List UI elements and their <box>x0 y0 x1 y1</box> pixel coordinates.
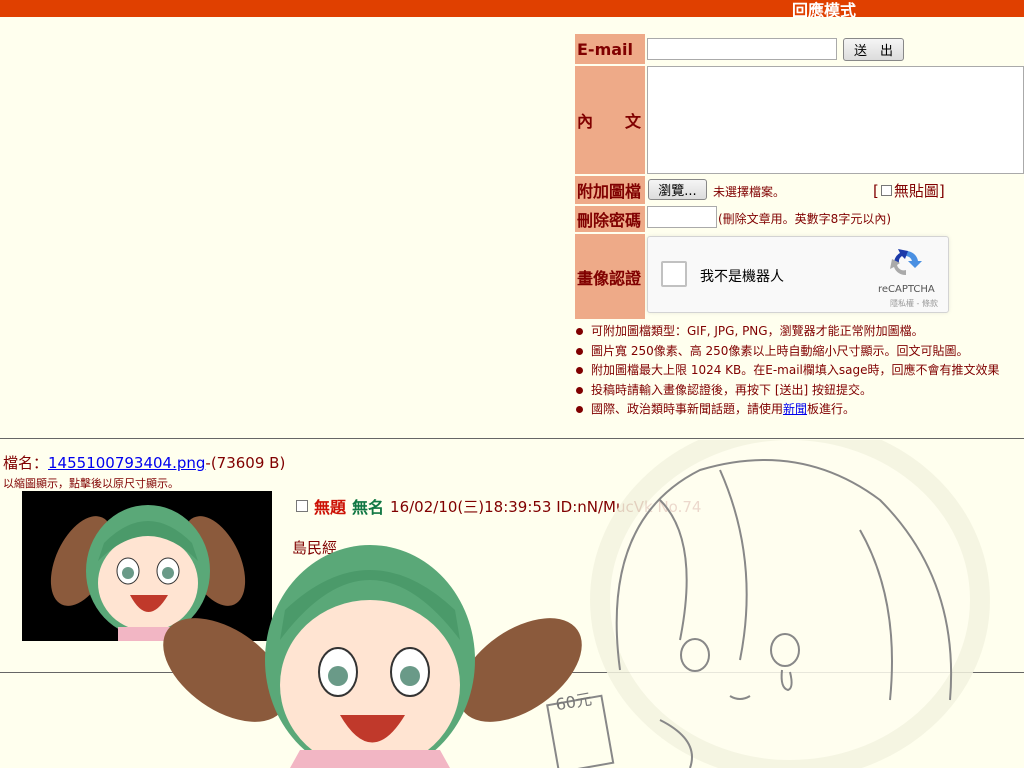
attach-label: 附加圖檔 <box>575 176 645 204</box>
post-header: 無題 無名 16/02/10(三)18:39:53 ID:nN/MucVk No… <box>296 494 701 518</box>
mode-title: 回應模式 <box>792 1 857 20</box>
email-label: E-mail <box>575 34 645 64</box>
recaptcha-logo-icon <box>890 249 922 276</box>
rule-item: 附加圖檔最大上限 1024 KB。在E-mail欄填入sage時，回應不會有推文… <box>575 361 1000 381</box>
file-info: 檔名：1455100793404.png-(73609 B) <box>3 452 285 473</box>
divider <box>0 672 1024 673</box>
no-image-label: 無貼圖 <box>893 182 939 200</box>
sketch-price-text: 60元 <box>554 689 593 714</box>
rule-item: 國際、政治類時事新聞話題，請使用新聞板進行。 <box>575 400 1000 420</box>
rule-item: 投稿時請輸入畫像認證後，再按下 [送出] 按鈕提交。 <box>575 381 1000 401</box>
post-author: 無名 <box>352 498 385 517</box>
posting-rules: 可附加圖檔類型：GIF, JPG, PNG，瀏覽器才能正常附加圖檔。 圖片寬 2… <box>575 322 1000 420</box>
delete-pw-label: 刪除密碼 <box>575 206 645 232</box>
thumbnail-note: 以縮圖顯示，點擊後以原尺寸顯示。 <box>3 477 179 490</box>
post-body: 島民經 <box>292 539 338 557</box>
content-textarea[interactable] <box>647 66 1024 174</box>
divider <box>0 438 1024 439</box>
file-link[interactable]: 1455100793404.png <box>48 454 205 472</box>
no-image-checkbox[interactable] <box>880 185 892 196</box>
captcha-links[interactable]: 隱私權 - 條款 <box>890 298 938 309</box>
captcha-label: 畫像認證 <box>575 234 645 319</box>
no-image-option: [無貼圖] <box>873 182 945 200</box>
sketch-girl-illustration <box>546 440 990 768</box>
captcha-text: 我不是機器人 <box>700 269 784 285</box>
anime-girl-thumbnail-image <box>22 491 272 641</box>
post-select-checkbox[interactable] <box>296 500 308 512</box>
content-label: 內 文 <box>575 66 645 174</box>
delete-pw-input[interactable] <box>647 206 717 228</box>
browse-button[interactable]: 瀏覽... <box>648 179 707 200</box>
top-bar: 回應模式 <box>0 0 1024 20</box>
post-thumbnail[interactable] <box>22 491 272 641</box>
delete-pw-note: (刪除文章用。英數字8字元以內) <box>718 212 891 226</box>
news-board-link[interactable]: 新聞 <box>783 402 807 416</box>
captcha-checkbox[interactable] <box>661 261 687 287</box>
rule-text: 板進行。 <box>807 402 856 416</box>
no-file-text: 未選擇檔案。 <box>713 185 786 199</box>
rule-text: 國際、政治類時事新聞話題，請使用 <box>591 402 784 416</box>
captcha-brand: reCAPTCHA <box>878 284 935 295</box>
recaptcha-widget: 我不是機器人 reCAPTCHA 隱私權 - 條款 <box>647 236 949 313</box>
post-subject: 無題 <box>314 498 347 517</box>
submit-button[interactable]: 送 出 <box>843 38 904 61</box>
rule-item: 可附加圖檔類型：GIF, JPG, PNG，瀏覽器才能正常附加圖檔。 <box>575 322 1000 342</box>
file-prefix: 檔名： <box>3 454 49 472</box>
rule-item: 圖片寬 250像素、高 250像素以上時自動縮小尺寸顯示。回文可貼圖。 <box>575 342 1000 362</box>
email-input[interactable] <box>647 38 837 60</box>
post-datetime: 16/02/10(三)18:39:53 ID:nN/MucVk No.74 <box>390 497 702 516</box>
file-size: -(73609 B) <box>205 454 286 472</box>
